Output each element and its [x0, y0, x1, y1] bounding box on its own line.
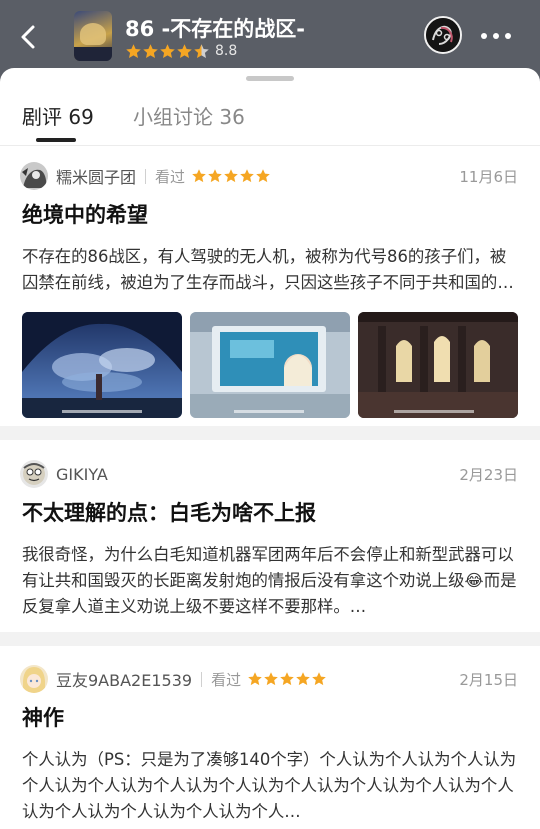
- avatar[interactable]: [20, 162, 48, 190]
- review-image-sky-clouds[interactable]: [22, 312, 182, 418]
- review-excerpt[interactable]: 我很奇怪，为什么白毛知道机器军团两年后不会停止和新型武器可以有让共和国毁灭的长距…: [22, 542, 518, 620]
- star-icon: [248, 672, 262, 686]
- active-tab-indicator: [36, 138, 76, 142]
- star-icon: [312, 672, 326, 686]
- reviews-sheet: 剧评 69 小组讨论 36 糯米圆子团 看过 11月6日 绝境中的希望 不存在的…: [0, 68, 540, 829]
- show-rating: 8.8: [125, 42, 237, 60]
- more-options-button[interactable]: [478, 22, 514, 50]
- star-icon: [192, 169, 206, 183]
- review-card[interactable]: 糯米圆子团 看过 11月6日 绝境中的希望 不存在的86战区，有人驾驶的无人机，…: [0, 162, 540, 422]
- separator: [145, 168, 147, 184]
- star-icon: [177, 43, 192, 58]
- review-images: [22, 312, 518, 418]
- star-icon: [264, 672, 278, 686]
- drag-handle[interactable]: [246, 76, 294, 81]
- review-excerpt[interactable]: 个人认为（PS：只是为了凑够140个字）个人认为个人认为个人认为个人认为个人认为…: [22, 747, 518, 825]
- review-user-row: 豆友9ABA2E1539 看过: [20, 665, 327, 693]
- star-icon: [194, 43, 209, 58]
- rating-score: 8.8: [215, 43, 238, 59]
- separator: [201, 671, 203, 687]
- user-avatar[interactable]: [424, 16, 462, 54]
- star-icon: [224, 169, 238, 183]
- avatar[interactable]: [20, 460, 48, 488]
- rating-stars: [125, 43, 210, 60]
- review-user-row: GIKIYA: [20, 460, 108, 488]
- star-icon: [280, 672, 294, 686]
- star-icon: [126, 43, 141, 58]
- chevron-left-icon: [21, 25, 35, 49]
- star-icon: [143, 43, 158, 58]
- review-card[interactable]: GIKIYA 2月23日 不太理解的点：白毛为啥不上报 我很奇怪，为什么白毛知道…: [0, 460, 540, 630]
- avatar[interactable]: [20, 665, 48, 693]
- back-button[interactable]: [14, 22, 44, 52]
- watch-status: 看过: [155, 167, 186, 186]
- review-user-row: 糯米圆子团 看过: [20, 162, 271, 190]
- show-title[interactable]: 86 -不存在的战区-: [125, 13, 305, 43]
- review-date: 2月23日: [459, 466, 518, 484]
- star-icon: [240, 169, 254, 183]
- review-title[interactable]: 绝境中的希望: [22, 199, 148, 229]
- divider: [0, 145, 540, 146]
- tab-reviews[interactable]: 剧评 69: [22, 101, 94, 130]
- review-card[interactable]: 豆友9ABA2E1539 看过 2月15日 神作 个人认为（PS：只是为了凑够1…: [0, 665, 540, 829]
- review-username[interactable]: 豆友9ABA2E1539: [56, 667, 192, 691]
- more-dot: [493, 33, 499, 39]
- card-separator: [0, 426, 540, 440]
- star-icon: [208, 169, 222, 183]
- more-dot: [505, 33, 511, 39]
- review-title[interactable]: 不太理解的点：白毛为啥不上报: [22, 497, 316, 527]
- review-date: 11月6日: [459, 168, 518, 186]
- review-image-church-interior[interactable]: [358, 312, 518, 418]
- watch-status: 看过: [211, 670, 242, 689]
- review-username[interactable]: GIKIYA: [56, 465, 108, 484]
- review-title[interactable]: 神作: [22, 702, 64, 732]
- star-icon: [160, 43, 175, 58]
- avatar-logo-icon: [426, 18, 460, 52]
- review-stars: [247, 671, 327, 687]
- review-image-palace-screen[interactable]: [190, 312, 350, 418]
- star-icon: [296, 672, 310, 686]
- star-icon: [256, 169, 270, 183]
- more-dots-icon: [481, 33, 487, 39]
- tab-group-discussion[interactable]: 小组讨论 36: [133, 101, 245, 130]
- review-username[interactable]: 糯米圆子团: [56, 164, 136, 188]
- review-stars: [191, 168, 271, 184]
- review-date: 2月15日: [459, 671, 518, 689]
- review-excerpt[interactable]: 不存在的86战区，有人驾驶的无人机，被称为代号86的孩子们，被囚禁在前线，被迫为…: [22, 244, 518, 296]
- show-poster-thumbnail[interactable]: [74, 11, 112, 61]
- card-separator: [0, 632, 540, 646]
